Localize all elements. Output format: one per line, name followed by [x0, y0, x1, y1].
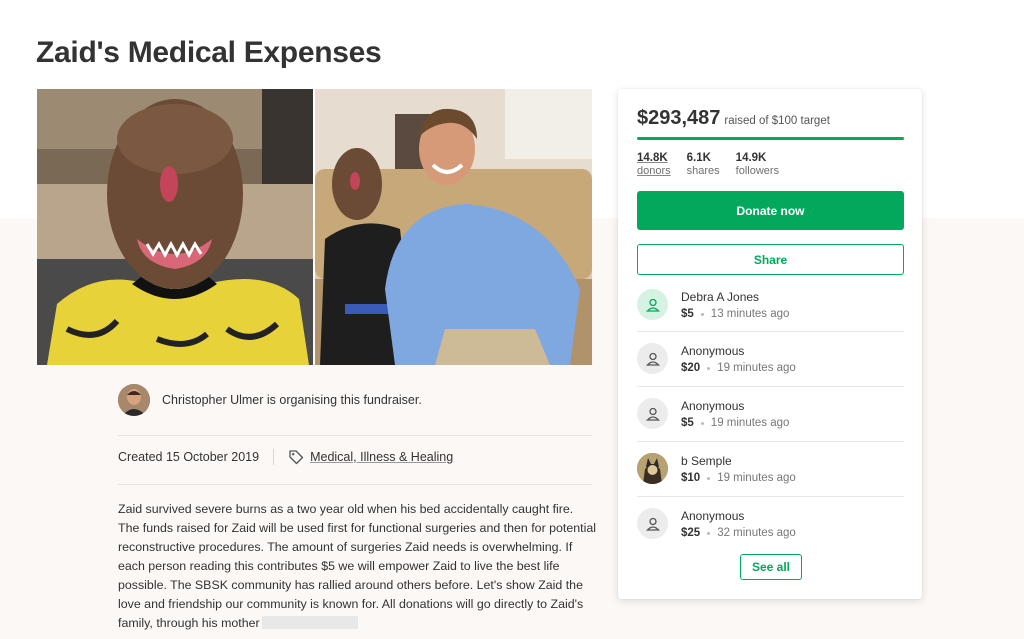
raised-amount: $293,487 [637, 107, 721, 129]
stats-row: 14.8K donors 6.1K shares 14.9K followers [637, 152, 795, 178]
divider [118, 435, 592, 436]
donation-item: b Semple $10 19 minutes ago [637, 453, 904, 508]
organiser-text: Christopher Ulmer is organising this fun… [162, 393, 422, 407]
donation-amount: $20 [681, 362, 701, 374]
share-button[interactable]: Share [637, 244, 904, 275]
donation-details: $25 32 minutes ago [681, 527, 796, 539]
donation-time: 13 minutes ago [710, 308, 790, 320]
donation-item: Debra A Jones $5 13 minutes ago [637, 289, 904, 344]
donation-details: $5 13 minutes ago [681, 308, 789, 320]
dot-separator [707, 476, 711, 480]
donation-item: Anonymous $5 19 minutes ago [637, 398, 904, 453]
donor-name: Anonymous [681, 344, 745, 358]
donor-name: Debra A Jones [681, 290, 760, 304]
donation-details: $20 19 minutes ago [681, 362, 796, 374]
divider [118, 484, 592, 485]
stat-followers: 14.9K followers [736, 152, 779, 178]
donation-time: 19 minutes ago [717, 362, 796, 374]
donation-time: 19 minutes ago [717, 472, 796, 484]
user-icon [637, 398, 668, 429]
story-text: Zaid survived severe burns as a two year… [118, 500, 596, 633]
divider [637, 496, 904, 497]
donation-time: 19 minutes ago [710, 417, 790, 429]
stat-label: donors [637, 165, 671, 177]
stat-value: 14.9K [735, 152, 767, 164]
page-title: Zaid's Medical Expenses [36, 36, 382, 69]
donor-name: b Semple [681, 454, 732, 468]
donation-amount: $25 [681, 527, 701, 539]
donation-amount: $5 [681, 417, 694, 429]
donor-name: Anonymous [681, 509, 745, 523]
dot-separator [700, 421, 704, 425]
dot-separator [707, 366, 711, 370]
organiser-avatar[interactable] [118, 384, 150, 416]
category-link[interactable]: Medical, Illness & Healing [310, 450, 453, 464]
stat-label: followers [735, 165, 780, 177]
raised-target: raised of $100 target [724, 115, 830, 127]
created-date: Created 15 October 2019 [118, 450, 260, 464]
donation-time: 32 minutes ago [717, 527, 796, 539]
organiser-row: Christopher Ulmer is organising this fun… [118, 383, 422, 417]
divider [637, 386, 904, 387]
meta-separator [273, 449, 275, 465]
donate-card: $293,487 raised of $100 target 14.8K don… [618, 89, 922, 599]
progress-bar [637, 137, 904, 140]
user-icon [637, 289, 668, 320]
campaign-photo-right[interactable] [315, 89, 592, 365]
donation-details: $5 19 minutes ago [681, 417, 789, 429]
user-icon [637, 508, 668, 539]
raised-summary: $293,487 raised of $100 target [637, 107, 830, 130]
donation-details: $10 19 minutes ago [681, 472, 796, 484]
divider [637, 331, 904, 332]
stat-value: 14.8K [637, 152, 668, 164]
campaign-photo-left[interactable] [37, 89, 313, 365]
stat-label: shares [686, 165, 720, 177]
donation-amount: $10 [681, 472, 701, 484]
meta-row: Created 15 October 2019 Medical, Illness… [118, 449, 453, 465]
dot-separator [700, 312, 704, 316]
donor-name: Anonymous [681, 399, 745, 413]
user-icon [637, 343, 668, 374]
stat-donors[interactable]: 14.8K donors [637, 152, 671, 178]
redacted-text [261, 616, 358, 629]
tag-icon [289, 450, 304, 465]
stat-shares: 6.1K shares [687, 152, 720, 178]
divider [637, 441, 904, 442]
see-all-button[interactable]: See all [740, 554, 802, 580]
donor-avatar [637, 453, 668, 484]
donate-now-button[interactable]: Donate now [637, 191, 904, 230]
donation-item: Anonymous $20 19 minutes ago [637, 343, 904, 398]
story-body: Zaid survived severe burns as a two year… [118, 502, 596, 630]
donation-amount: $5 [681, 308, 694, 320]
stat-value: 6.1K [686, 152, 711, 164]
dot-separator [707, 531, 711, 535]
